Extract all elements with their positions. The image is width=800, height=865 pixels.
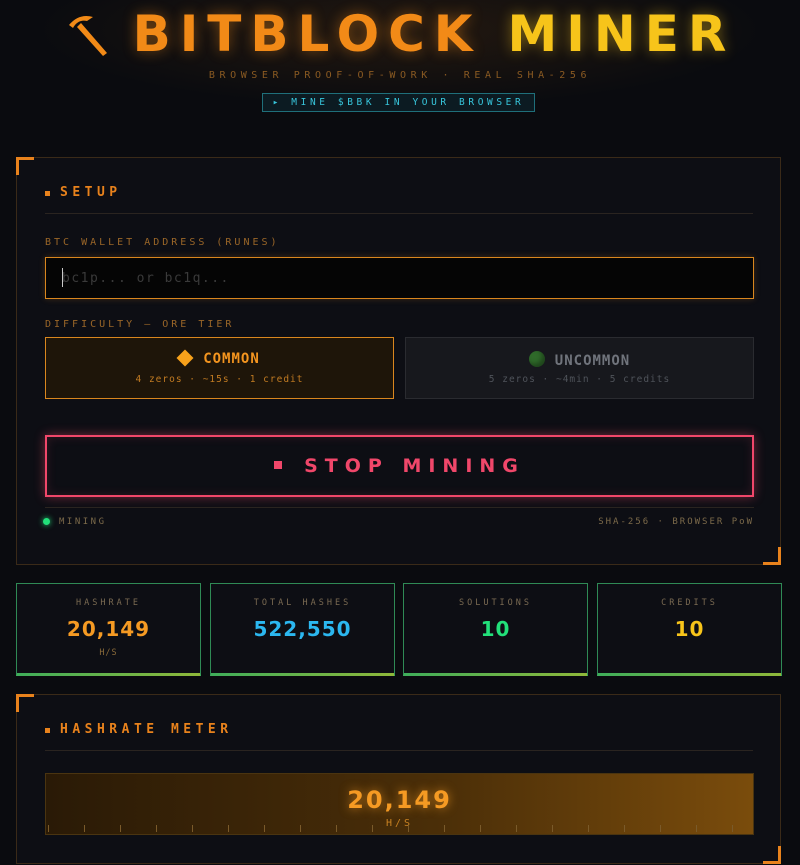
meter-tick	[624, 825, 625, 832]
wallet-address-input[interactable]	[45, 257, 754, 299]
meter-tick	[228, 825, 229, 832]
app-title-miner: MINER	[507, 5, 736, 63]
tier-uncommon-desc: 5 zeros · ~4min · 5 credits	[488, 374, 671, 385]
total-hashes-card: TOTAL HASHES 522,550	[210, 583, 395, 676]
subtitle: BROWSER PROOF-OF-WORK · REAL SHA-256	[208, 70, 592, 81]
mine-token-link[interactable]: ▸ MINE $BBK IN YOUR BROWSER	[262, 93, 535, 112]
bullet-icon	[45, 191, 50, 196]
hashrate-value: 20,149	[66, 617, 151, 641]
text-caret	[62, 268, 63, 287]
meter-tick	[444, 825, 445, 832]
tier-common-name: COMMON	[203, 351, 260, 367]
meter-tick	[372, 825, 373, 832]
mining-status: MINING	[59, 517, 107, 527]
tier-uncommon-name: UNCOMMON	[554, 353, 631, 369]
header: BITBLOCK MINER BROWSER PROOF-OF-WORK · R…	[0, 0, 800, 140]
total-hashes-label: TOTAL HASHES	[253, 598, 352, 608]
app-title-bitblock: BITBLOCK	[132, 5, 482, 63]
solutions-card: SOLUTIONS 10	[403, 583, 588, 676]
setup-panel: SETUP BTC WALLET ADDRESS (RUNES) DIFFICU…	[16, 157, 781, 565]
stop-icon	[274, 461, 283, 469]
setup-header: SETUP	[45, 184, 753, 214]
meter-tick	[588, 825, 589, 832]
meter-tick	[732, 825, 733, 832]
meter-tick	[84, 825, 85, 832]
status-bar: MINING SHA-256 · BROWSER PoW	[43, 507, 754, 531]
stop-mining-label: STOP MINING	[304, 455, 525, 477]
orange-diamond-icon	[176, 349, 194, 367]
meter-tick	[156, 825, 157, 832]
hashrate-unit: H/S	[99, 648, 118, 658]
meter-tick	[300, 825, 301, 832]
meter-tick	[336, 825, 337, 832]
meter-tick	[408, 825, 409, 832]
meter-tick	[192, 825, 193, 832]
hashrate-card: HASHRATE 20,149 H/S	[16, 583, 201, 676]
meter-tick	[660, 825, 661, 832]
status-indicator-icon	[43, 518, 50, 525]
hashrate-label: HASHRATE	[76, 598, 141, 608]
panel-corner	[16, 694, 34, 712]
logo: BITBLOCK MINER	[0, 4, 800, 64]
green-circle-icon	[528, 351, 545, 367]
meter-unit: H/S	[385, 818, 414, 829]
panel-corner	[763, 846, 781, 864]
meter-value: 20,149	[347, 786, 452, 814]
tier-uncommon-title: UNCOMMON	[406, 351, 753, 369]
meter-tick	[120, 825, 121, 832]
hashrate-meter-panel: HASHRATE METER 20,149 H/S	[16, 694, 781, 864]
difficulty-label: DIFFICULTY — ORE TIER	[45, 319, 235, 330]
meter-header: HASHRATE METER	[45, 721, 753, 751]
credits-card: CREDITS 10	[597, 583, 782, 676]
credits-value: 10	[674, 617, 705, 641]
meter-tick	[516, 825, 517, 832]
solutions-label: SOLUTIONS	[458, 598, 533, 608]
solutions-value: 10	[480, 617, 511, 641]
meter-title: HASHRATE METER	[60, 722, 233, 737]
meter-tick	[696, 825, 697, 832]
meter-tick	[48, 825, 49, 832]
tier-uncommon[interactable]: UNCOMMON 5 zeros · ~4min · 5 credits	[405, 337, 754, 399]
bullet-icon	[45, 728, 50, 733]
stop-mining-button[interactable]: STOP MINING	[45, 435, 754, 497]
setup-title: SETUP	[60, 185, 122, 200]
total-hashes-value: 522,550	[253, 617, 352, 641]
credits-label: CREDITS	[661, 598, 718, 608]
engine-label: SHA-256 · BROWSER PoW	[598, 517, 754, 527]
meter-tick	[480, 825, 481, 832]
tier-common-desc: 4 zeros · ~15s · 1 credit	[135, 374, 304, 385]
tier-common-title: COMMON	[46, 349, 393, 367]
panel-corner	[16, 157, 34, 175]
meter-tick	[264, 825, 265, 832]
tier-common[interactable]: COMMON 4 zeros · ~15s · 1 credit	[45, 337, 394, 399]
hashrate-meter: 20,149 H/S	[45, 773, 754, 835]
wallet-label: BTC WALLET ADDRESS (RUNES)	[45, 237, 280, 248]
panel-corner	[763, 547, 781, 565]
pickaxe-icon	[68, 16, 107, 56]
meter-tick	[552, 825, 553, 832]
